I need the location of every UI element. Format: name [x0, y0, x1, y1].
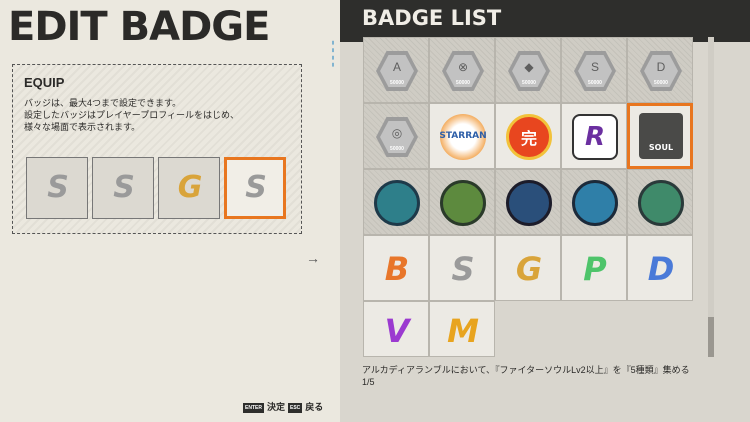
- enter-key-icon: ENTER: [243, 402, 264, 413]
- deco-vertical-text: ▮ ▮ ▮ ▮: [330, 40, 336, 69]
- badge-cell[interactable]: S: [429, 235, 495, 301]
- equip-slot-1[interactable]: S: [26, 157, 88, 219]
- equip-title: EQUIP: [24, 75, 65, 90]
- badge-cell[interactable]: [561, 169, 627, 235]
- arrow-icon: →: [306, 250, 320, 266]
- badge-cell[interactable]: ⊗ 50000: [429, 37, 495, 103]
- equip-slot-3[interactable]: G: [158, 157, 220, 219]
- badge-cell[interactable]: P: [561, 235, 627, 301]
- condition-text: アルカディアランブルにおいて、『ファイターソウルLv2以上』を『5種類』集める: [362, 365, 690, 375]
- page-title: EDIT BADGE: [8, 4, 270, 50]
- badge-s-icon: S: [113, 169, 135, 205]
- badge-cell[interactable]: V: [363, 301, 429, 357]
- badge-cell[interactable]: STARRAN: [429, 103, 495, 169]
- badge-cell[interactable]: D 50000: [627, 37, 693, 103]
- equip-slot-2[interactable]: S: [92, 157, 154, 219]
- badge-grid: A 50000 ⊗ 50000 ◆ 50000 S 50000 D 50000 ◎ 5000…: [363, 37, 693, 357]
- badge-cell[interactable]: 完: [495, 103, 561, 169]
- badge-cell[interactable]: R: [561, 103, 627, 169]
- badge-cell-selected[interactable]: SOUL: [627, 103, 693, 169]
- equip-slot-4[interactable]: S: [224, 157, 286, 219]
- badge-cell[interactable]: [429, 169, 495, 235]
- back-hint[interactable]: ESC 戻る: [288, 400, 323, 413]
- badge-cell[interactable]: S 50000: [561, 37, 627, 103]
- badge-list-scrollbar[interactable]: [708, 37, 714, 357]
- badge-cell[interactable]: B: [363, 235, 429, 301]
- badge-s-icon: S: [245, 169, 267, 205]
- equip-description: バッジは、最大4つまで設定できます。 設定したバッジはプレイヤープロフィールをは…: [24, 98, 240, 132]
- badge-cell[interactable]: [363, 169, 429, 235]
- badge-cell[interactable]: [495, 169, 561, 235]
- badge-list-title: BADGE LIST: [362, 6, 502, 30]
- badge-cell[interactable]: G: [495, 235, 561, 301]
- confirm-hint[interactable]: ENTER 決定: [243, 400, 285, 413]
- badge-cell[interactable]: D: [627, 235, 693, 301]
- badge-cell[interactable]: ◆ 50000: [495, 37, 561, 103]
- badge-s-icon: S: [47, 169, 69, 205]
- badge-g-icon: G: [177, 169, 203, 205]
- condition-progress: 1/5: [362, 377, 375, 387]
- badge-condition: アルカディアランブルにおいて、『ファイターソウルLv2以上』を『5種類』集める …: [362, 364, 690, 388]
- badge-cell[interactable]: ◎ 50000: [363, 103, 429, 169]
- esc-key-icon: ESC: [288, 402, 303, 413]
- badge-cell[interactable]: A 50000: [363, 37, 429, 103]
- badge-cell[interactable]: M: [429, 301, 495, 357]
- badge-cell[interactable]: [627, 169, 693, 235]
